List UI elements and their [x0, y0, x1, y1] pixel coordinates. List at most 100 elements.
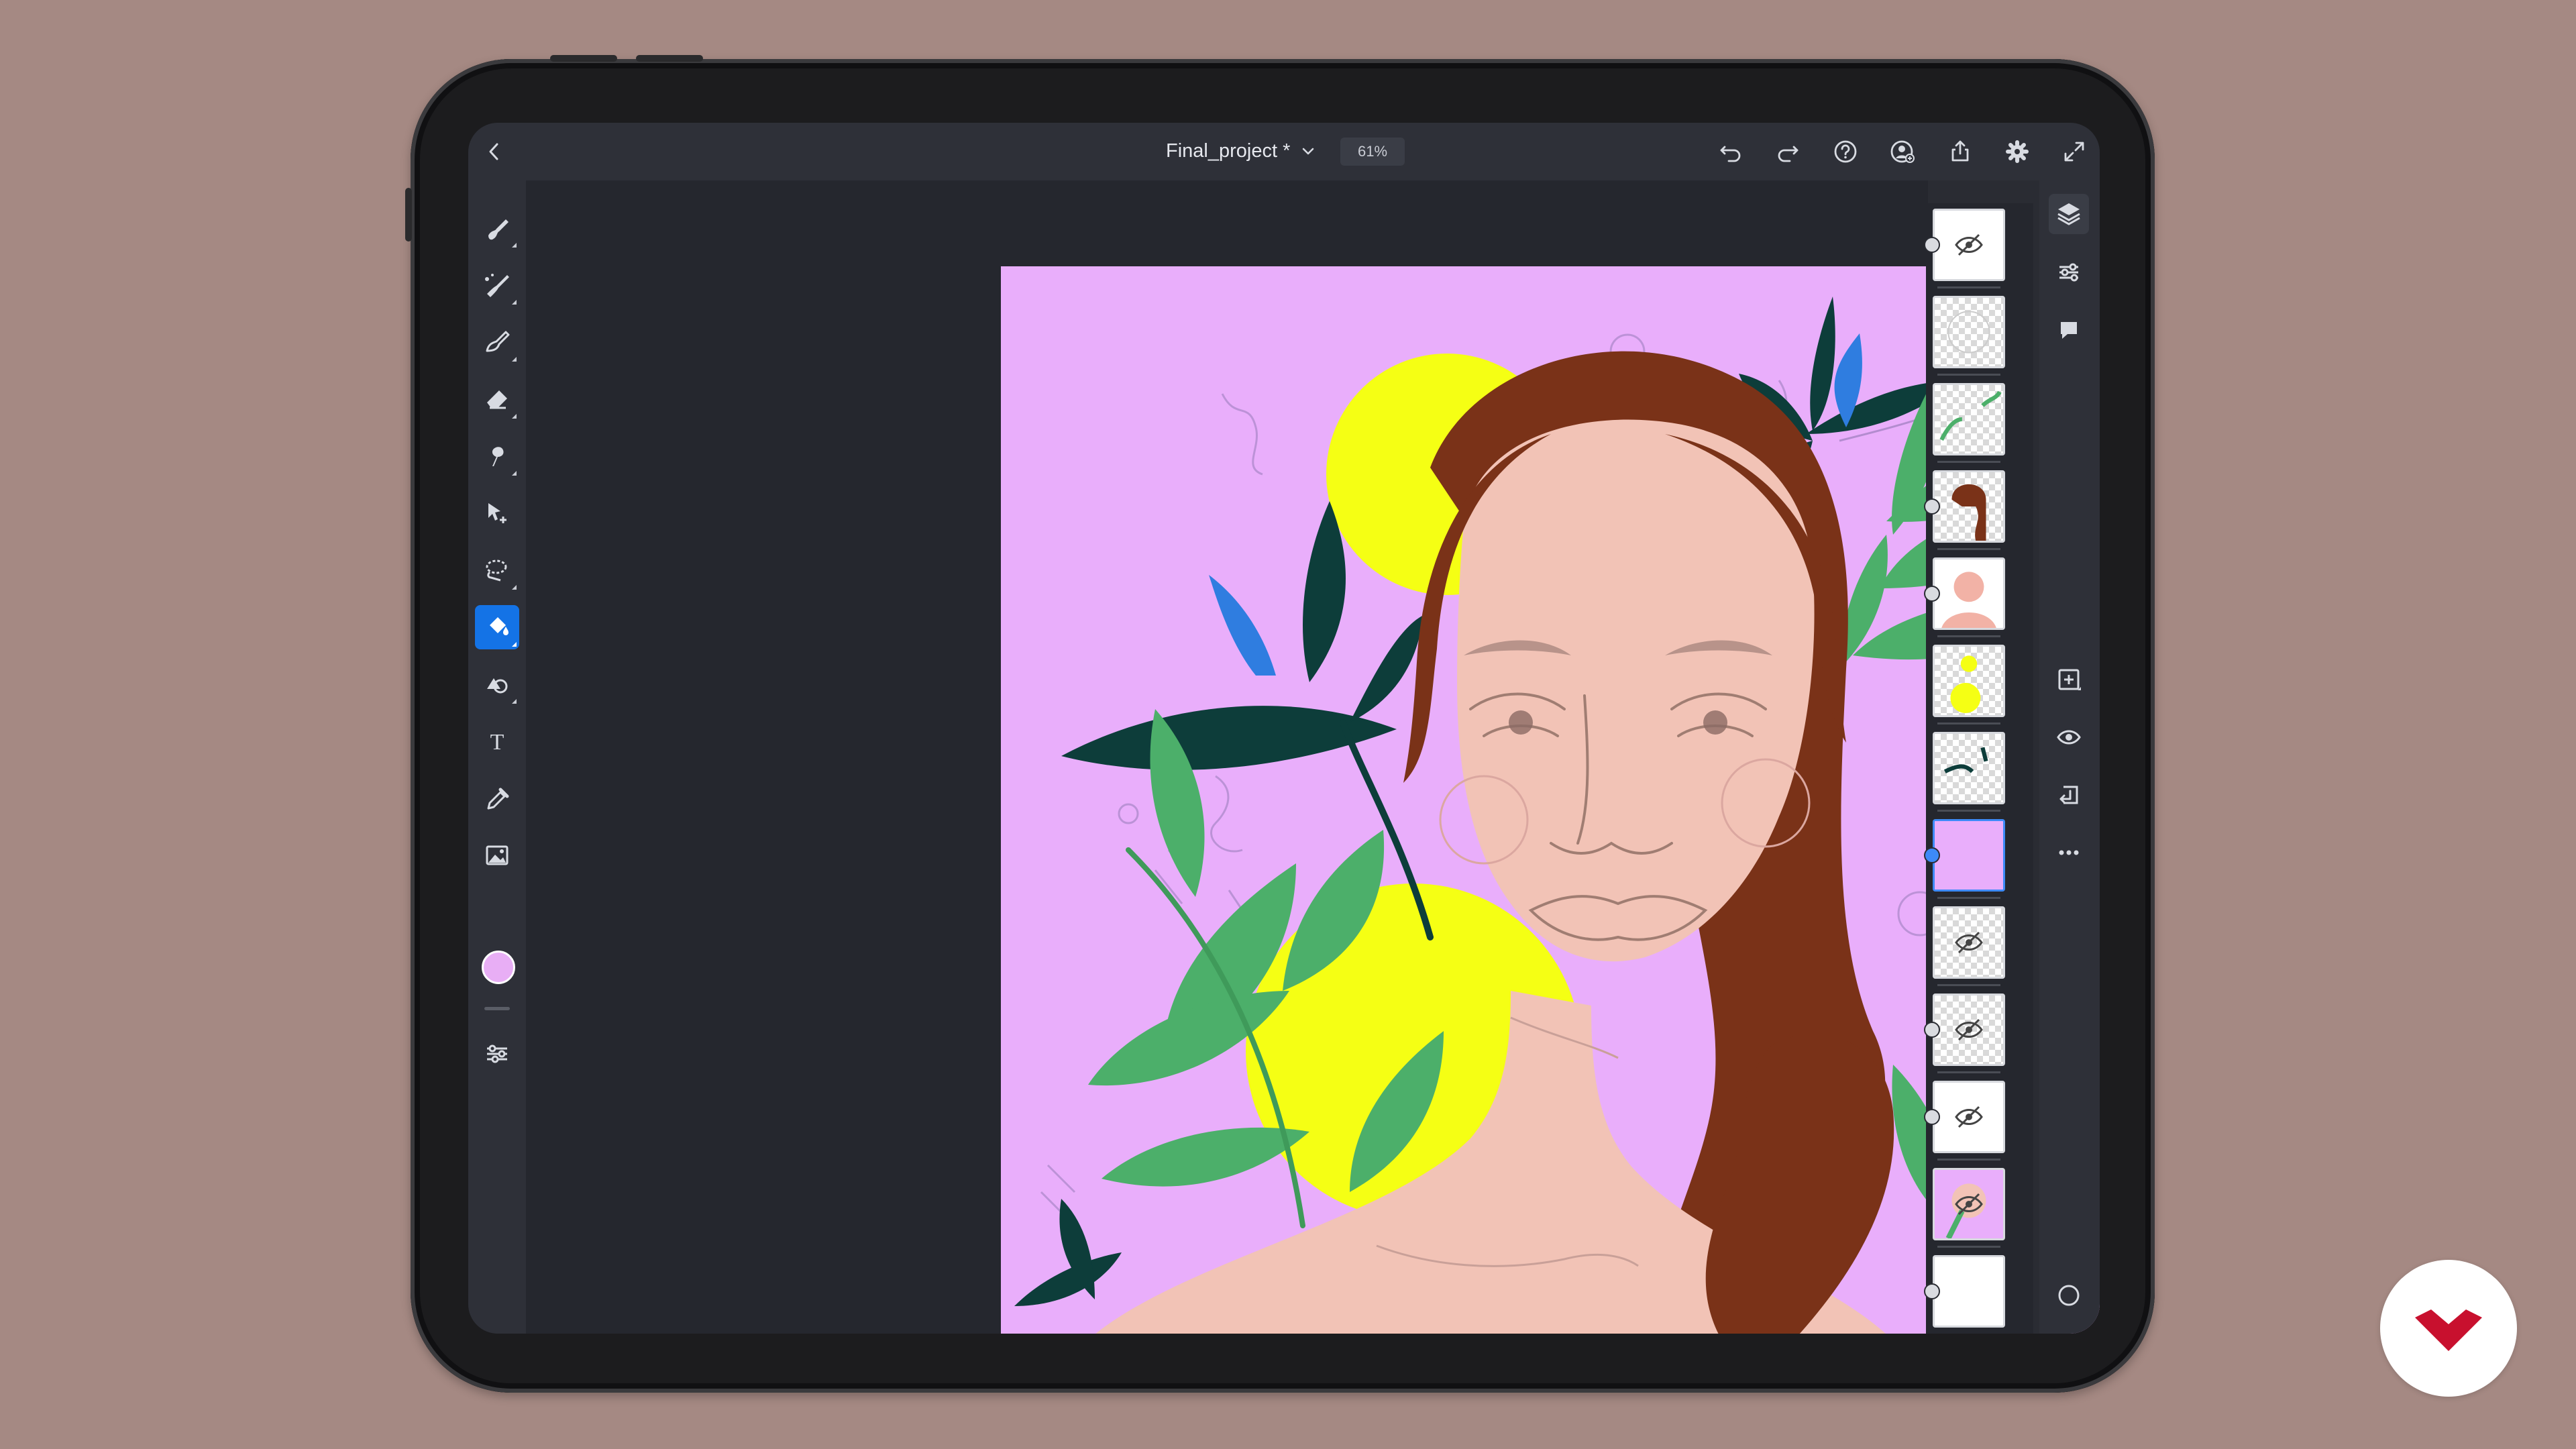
hardware-button-top	[550, 55, 617, 62]
tool-options-indicator	[512, 414, 517, 419]
layer-separator	[1937, 548, 2000, 550]
tool-options-indicator	[512, 243, 517, 248]
place-image-icon	[486, 845, 508, 865]
hidden-eye-icon[interactable]	[1952, 1187, 1986, 1221]
tool-options-indicator	[512, 471, 517, 476]
layer-separator	[1937, 1071, 2000, 1073]
place-image-tool[interactable]	[475, 833, 519, 877]
layer-link-marker[interactable]	[1924, 847, 1940, 863]
layer-thumbnail[interactable]	[1933, 732, 2005, 804]
domestika-logo-icon	[2415, 1309, 2482, 1351]
layer-separator	[1937, 635, 2000, 637]
redo-icon	[1778, 146, 1799, 162]
app-screen: Final_project * 61% T	[468, 123, 2100, 1334]
layer-link-marker[interactable]	[1924, 237, 1940, 253]
layer-thumbnail[interactable]	[1933, 470, 2005, 543]
circle-icon	[2058, 1285, 2080, 1306]
top-bar: Final_project * 61%	[468, 123, 2100, 180]
tools-toolbar: T	[468, 180, 526, 1334]
add-layer-icon	[2058, 669, 2081, 690]
back-button[interactable]	[478, 135, 511, 168]
layers-button[interactable]	[2049, 194, 2089, 234]
chevron-down-icon	[1302, 148, 1314, 155]
layer-link-marker[interactable]	[1924, 586, 1940, 602]
layer-thumbnail[interactable]	[1933, 819, 2005, 892]
layer-thumbnail[interactable]	[1933, 1081, 2005, 1153]
layer-link-marker[interactable]	[1924, 498, 1940, 515]
layer-separator	[1937, 461, 2000, 463]
merge-layer-icon	[2059, 786, 2078, 804]
move-tool[interactable]	[475, 491, 519, 535]
more-options-button[interactable]	[2049, 833, 2089, 873]
type-tool[interactable]: T	[475, 719, 519, 763]
tool-options-indicator	[512, 642, 517, 647]
eyedropper-tool[interactable]	[475, 776, 519, 820]
layer-thumbnail[interactable]	[1933, 645, 2005, 717]
layer-separator	[1937, 1246, 2000, 1248]
shape-tool[interactable]	[475, 662, 519, 706]
lasso-tool[interactable]	[475, 548, 519, 592]
move-icon	[488, 503, 506, 523]
share-icon	[1951, 140, 1969, 162]
layer-link-marker[interactable]	[1924, 1283, 1940, 1299]
hidden-eye-icon[interactable]	[1952, 1100, 1986, 1134]
settings-icon	[2006, 140, 2029, 163]
layer-thumbnail[interactable]	[1933, 209, 2005, 281]
hidden-eye-icon[interactable]	[1952, 228, 1986, 262]
layer-link-marker[interactable]	[1924, 1022, 1940, 1038]
current-color-swatch[interactable]	[482, 951, 515, 984]
layer-separator	[1937, 984, 2000, 986]
properties-button[interactable]	[2049, 252, 2089, 292]
visibility-button[interactable]	[2049, 717, 2089, 757]
undo-icon	[1720, 146, 1741, 162]
undo-button[interactable]	[1714, 135, 1748, 168]
layer-thumbnail[interactable]	[1933, 906, 2005, 979]
more-options-icon	[2059, 850, 2079, 855]
layers-icon	[2057, 203, 2080, 225]
live-brush-tool[interactable]	[475, 263, 519, 307]
help-icon	[1834, 140, 1857, 163]
vector-brush-tool[interactable]	[475, 320, 519, 364]
user-icon	[1890, 140, 1915, 163]
touch-modifier-icon	[487, 1044, 507, 1063]
title-dropdown-button[interactable]	[1298, 142, 1318, 162]
document-title[interactable]: Final_project *	[1166, 140, 1290, 162]
layer-separator	[1937, 1159, 2000, 1161]
layer-link-marker[interactable]	[1924, 1109, 1940, 1125]
help-button[interactable]	[1829, 135, 1862, 168]
hidden-eye-icon[interactable]	[1952, 926, 1986, 959]
comments-icon	[2061, 322, 2077, 339]
invite-button[interactable]	[1886, 135, 1919, 168]
touch-modifier-tool[interactable]	[475, 1031, 519, 1075]
tool-options-indicator	[512, 300, 517, 305]
layer-separator	[1937, 374, 2000, 376]
eraser-tool[interactable]	[475, 377, 519, 421]
layer-thumbnail[interactable]	[1933, 994, 2005, 1066]
add-layer-button[interactable]	[2049, 659, 2089, 700]
redo-button[interactable]	[1771, 135, 1805, 168]
layer-separator	[1937, 897, 2000, 899]
settings-button[interactable]	[2000, 135, 2034, 168]
layer-thumbnail[interactable]	[1933, 296, 2005, 368]
type-tool-glyph: T	[490, 730, 504, 755]
hidden-eye-icon[interactable]	[1952, 1013, 1986, 1046]
layer-thumbnail[interactable]	[1933, 383, 2005, 455]
layer-thumbnail[interactable]	[1933, 1168, 2005, 1240]
properties-icon	[2059, 263, 2078, 282]
eyedropper-icon	[487, 788, 509, 810]
fullscreen-button[interactable]	[2057, 135, 2091, 168]
pixel-brush-tool[interactable]	[475, 206, 519, 250]
zoom-level[interactable]: 61%	[1340, 138, 1405, 166]
hardware-button-top	[636, 55, 703, 62]
share-button[interactable]	[1943, 135, 1977, 168]
brand-logo	[2380, 1260, 2517, 1397]
smudge-tool[interactable]	[475, 434, 519, 478]
fill-tool[interactable]	[475, 605, 519, 649]
type-icon: T	[490, 730, 504, 755]
merge-layer-button[interactable]	[2049, 775, 2089, 815]
comments-button[interactable]	[2049, 310, 2089, 350]
tool-options-indicator	[512, 585, 517, 590]
layer-thumbnail[interactable]	[1933, 1255, 2005, 1328]
bottom-circle-button[interactable]	[2049, 1275, 2089, 1316]
layer-thumbnail[interactable]	[1933, 557, 2005, 630]
